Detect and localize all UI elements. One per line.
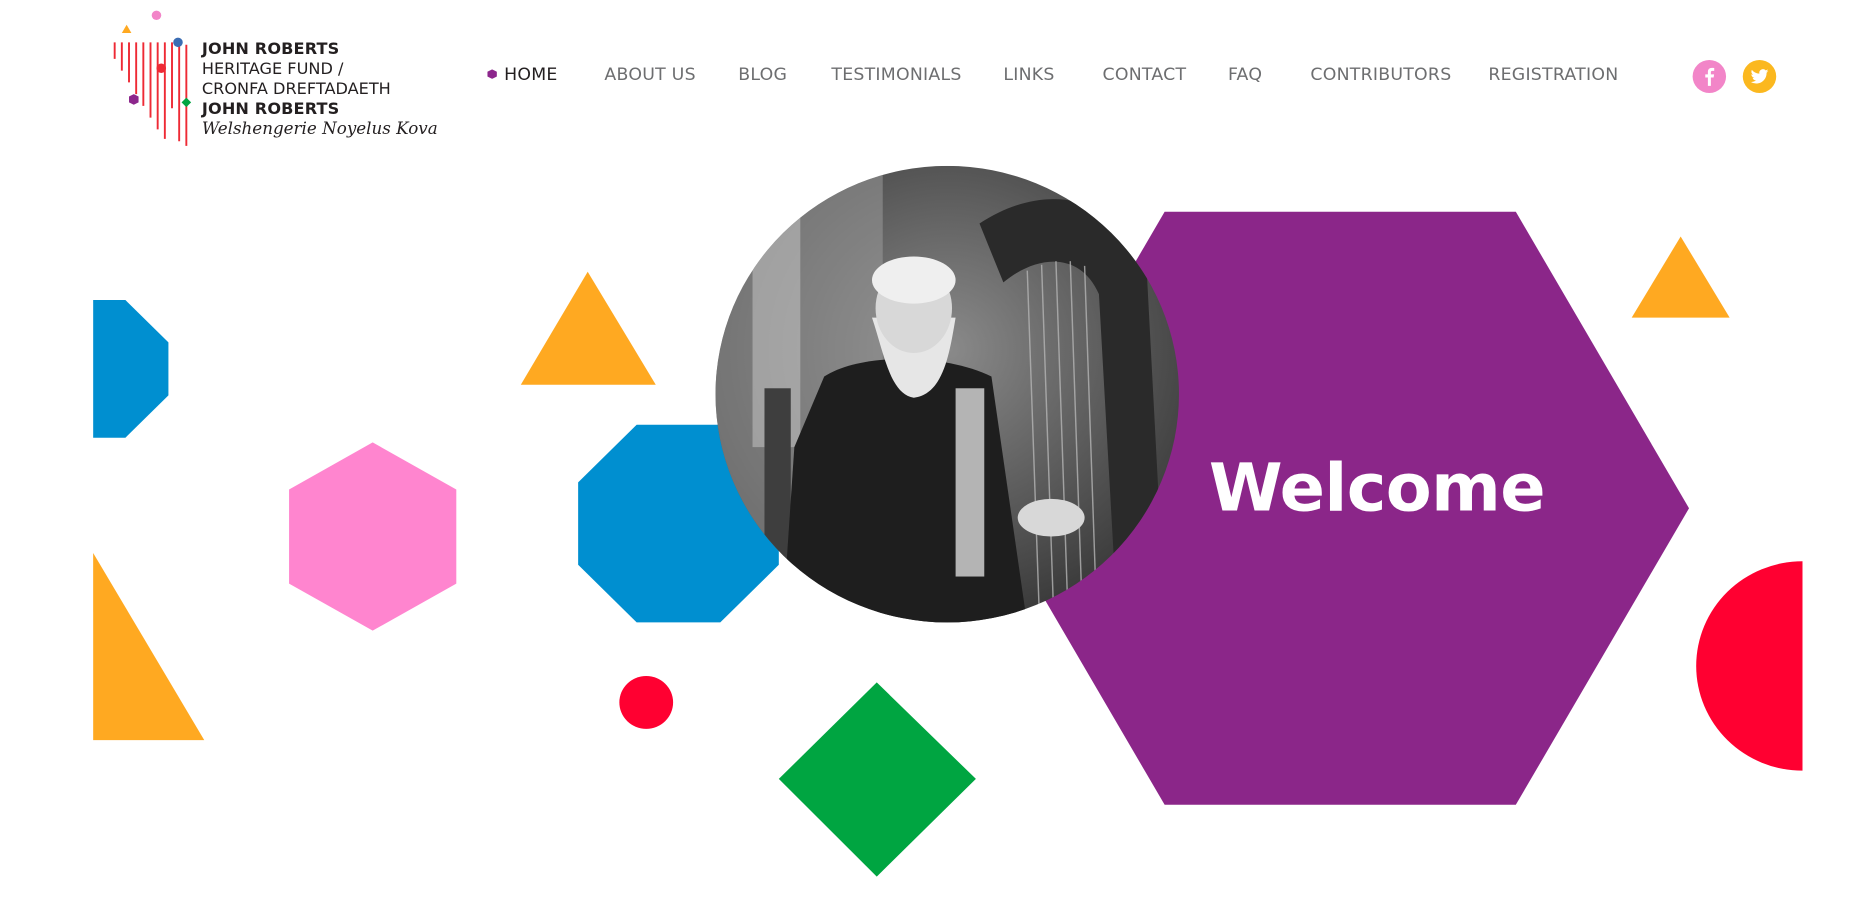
red-half-circle: [1696, 561, 1803, 771]
orange-triangle-center: [520, 271, 656, 385]
welcome-heading: Welcome: [1208, 450, 1546, 528]
blue-octagon-left: [93, 300, 169, 438]
orange-triangle-right: [1631, 236, 1730, 318]
orange-triangle-left: [93, 553, 205, 741]
hero-graphic: [93, 165, 1803, 877]
red-small-circle: [619, 675, 674, 729]
pink-hexagon: [289, 442, 457, 631]
green-diamond: [778, 682, 976, 877]
